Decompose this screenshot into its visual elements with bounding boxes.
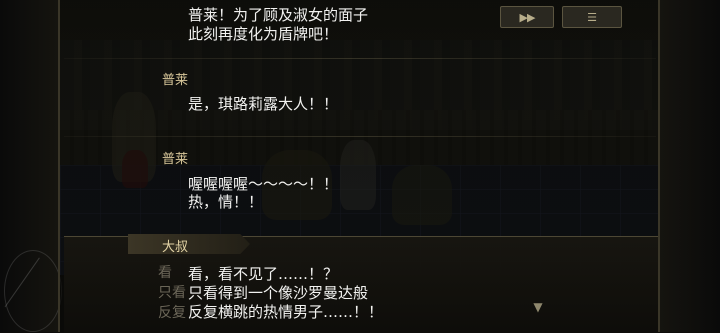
ghost-text-line-2: 只看	[158, 285, 186, 301]
log-entry-3-line-1: 喔喔喔喔～～～～！！	[188, 175, 339, 193]
next-arrow-icon[interactable]: ▼	[531, 300, 545, 314]
log-divider	[64, 58, 656, 59]
log-entry-1-line-2: 此刻再度化为盾牌吧！	[188, 25, 339, 43]
current-line-3: 反复横跳的热情男子……！！	[188, 303, 384, 321]
log-entry-3-line-2: 热，情！！	[188, 193, 264, 211]
log-entry-1-line-1: 普莱！为了顾及淑女的面子	[188, 6, 369, 24]
left-side-panel	[0, 0, 62, 332]
current-line-2: 只看得到一个像沙罗曼达般	[188, 284, 369, 302]
log-divider	[64, 136, 656, 137]
ghost-text-line-3: 反复	[158, 305, 186, 321]
ornament-icon	[4, 250, 62, 332]
auto-play-button[interactable]: ▶▶	[500, 6, 554, 28]
speaker-name-tab	[128, 234, 250, 254]
log-entry-3-speaker: 普莱	[162, 152, 189, 167]
right-side-panel	[660, 0, 720, 332]
log-entry-2-line-1: 是，琪路莉露大人！！	[188, 95, 339, 113]
log-entry-2-speaker: 普莱	[162, 73, 189, 88]
current-line-1: 看，看不见了……！？	[188, 265, 339, 283]
menu-button[interactable]: ☰	[562, 6, 622, 28]
current-speaker-name: 大叔	[162, 240, 189, 255]
ghost-text-line-1: 看	[158, 265, 172, 281]
